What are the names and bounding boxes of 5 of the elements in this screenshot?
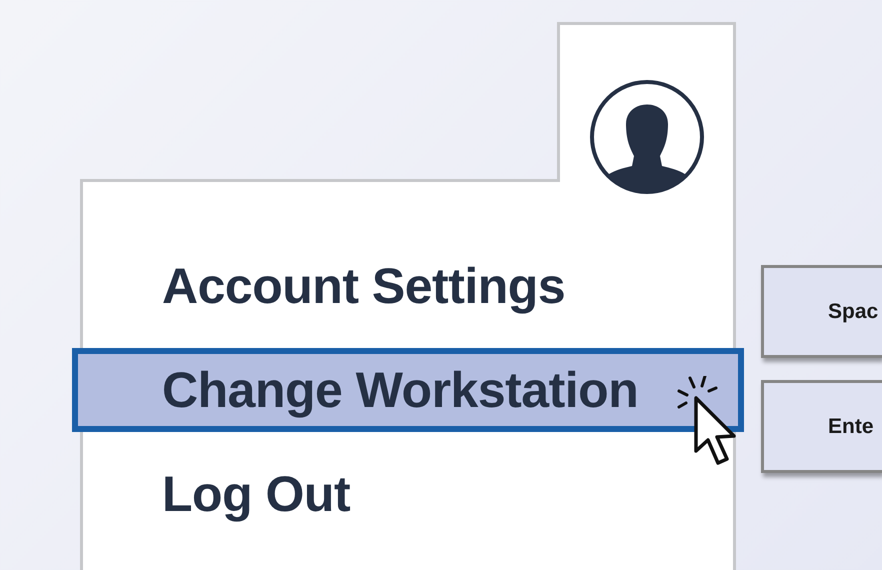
- key-button[interactable]: Spac: [761, 265, 882, 358]
- menu-item[interactable]: Log Out: [72, 452, 744, 536]
- menu-item[interactable]: Account Settings: [72, 244, 744, 328]
- avatar-icon[interactable]: [588, 78, 706, 196]
- key-button[interactable]: Ente: [761, 380, 882, 473]
